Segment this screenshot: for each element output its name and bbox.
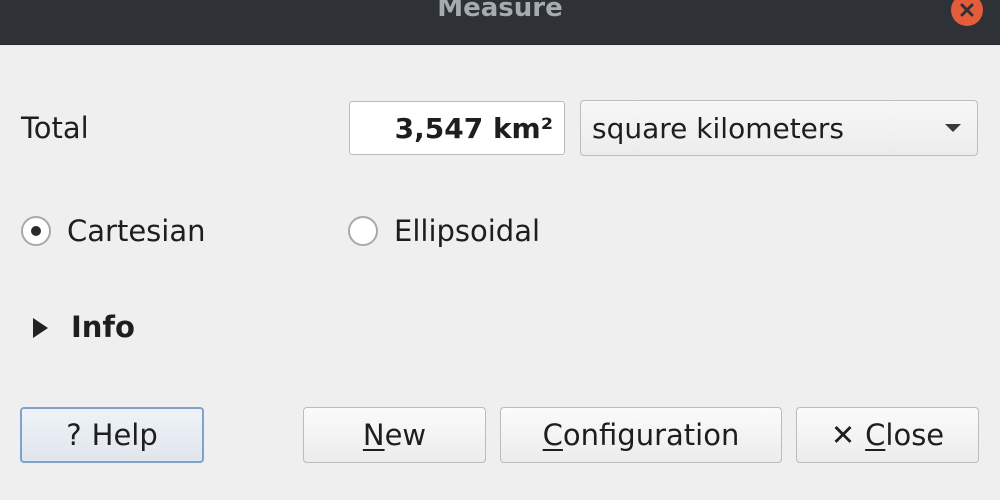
configuration-button-mnemonic: C bbox=[542, 418, 563, 452]
total-label: Total bbox=[21, 111, 89, 145]
unit-select[interactable]: square kilometers bbox=[580, 100, 978, 156]
unit-select-value: square kilometers bbox=[592, 111, 844, 145]
total-value: 3,547 km² bbox=[394, 111, 553, 145]
expand-arrow-icon[interactable] bbox=[33, 318, 48, 338]
close-button-mnemonic: C bbox=[865, 418, 886, 452]
total-value-field[interactable]: 3,547 km² bbox=[349, 101, 565, 155]
ellipsoidal-radio[interactable] bbox=[348, 216, 378, 246]
cartesian-label[interactable]: Cartesian bbox=[67, 214, 205, 248]
info-section-toggle[interactable]: Info bbox=[71, 310, 135, 344]
chevron-down-icon bbox=[945, 124, 961, 132]
close-icon bbox=[960, 3, 974, 17]
configuration-button-label: onfiguration bbox=[562, 418, 740, 452]
window-title: Measure bbox=[437, 0, 563, 23]
ellipsoidal-label[interactable]: Ellipsoidal bbox=[394, 214, 540, 248]
close-button[interactable]: ✕ Close bbox=[796, 407, 979, 463]
close-icon: ✕ bbox=[830, 418, 856, 452]
new-button-mnemonic: N bbox=[362, 418, 385, 452]
new-button-label: ew bbox=[384, 418, 427, 452]
close-button-label: lose bbox=[885, 418, 945, 452]
help-icon: ? bbox=[66, 418, 82, 452]
radio-selected-dot bbox=[31, 226, 41, 236]
cartesian-radio[interactable] bbox=[21, 216, 51, 246]
configuration-button[interactable]: Configuration bbox=[500, 407, 782, 463]
new-button[interactable]: New bbox=[303, 407, 486, 463]
window-titlebar: Measure bbox=[0, 0, 1000, 45]
help-button[interactable]: ? Help bbox=[20, 407, 204, 463]
help-button-label: Help bbox=[91, 418, 158, 452]
